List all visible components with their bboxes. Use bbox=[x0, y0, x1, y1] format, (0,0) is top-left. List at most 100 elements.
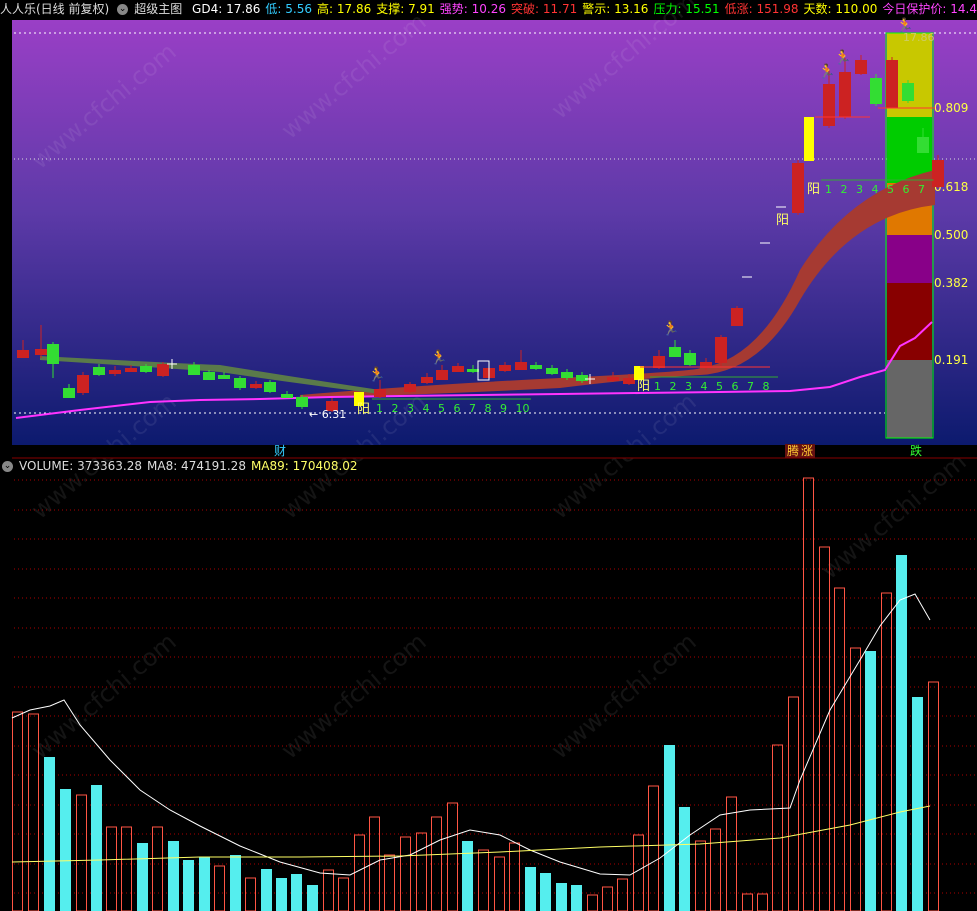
candle-down bbox=[917, 137, 929, 153]
yang-marker: 阳 bbox=[637, 379, 650, 394]
yang-marker: 阳 bbox=[807, 182, 820, 197]
volume-bar-up bbox=[152, 826, 163, 911]
candle-down bbox=[296, 397, 308, 407]
candle-up bbox=[623, 378, 635, 384]
ma8-line bbox=[11, 593, 931, 876]
volume-bar-down bbox=[540, 873, 551, 911]
volume-bar-down bbox=[462, 841, 473, 911]
candle-down bbox=[281, 394, 293, 398]
die-marker: 跌 bbox=[910, 443, 922, 458]
candle-up bbox=[17, 350, 29, 358]
volume-bar-up bbox=[323, 869, 334, 911]
volume-bar-up bbox=[494, 856, 505, 911]
volume-bar-down bbox=[183, 860, 194, 911]
candle-up bbox=[855, 60, 867, 74]
runner-icon: 🏃 bbox=[818, 63, 835, 80]
count-number: 1 bbox=[654, 380, 661, 393]
fib-zone bbox=[887, 360, 932, 438]
candle-down bbox=[576, 375, 588, 381]
volume-bar-down bbox=[679, 807, 690, 911]
volume-bar-up bbox=[12, 711, 23, 911]
candle-down bbox=[530, 365, 542, 369]
volume-bar-up bbox=[431, 816, 442, 911]
volume-bar-up bbox=[772, 744, 783, 911]
fib-zone bbox=[887, 235, 932, 283]
chevron-down-icon[interactable]: ⌄ bbox=[2, 461, 13, 472]
volume-field: MA89: 170408.02 bbox=[250, 459, 358, 473]
count-number: 7 bbox=[918, 183, 925, 196]
count-number: 1 bbox=[376, 402, 383, 415]
watermark: www.cfchi.com bbox=[546, 627, 702, 764]
count-number: 6 bbox=[454, 402, 461, 415]
candle-up bbox=[421, 377, 433, 383]
count-number: 3 bbox=[685, 380, 692, 393]
count-number: 4 bbox=[872, 183, 879, 196]
candle-up bbox=[932, 160, 944, 187]
volume-bar-up bbox=[710, 828, 721, 911]
volume-bar-up bbox=[803, 477, 814, 911]
count-number: 6 bbox=[732, 380, 739, 393]
volume-bar-up bbox=[587, 894, 598, 911]
count-number: 1 bbox=[825, 183, 832, 196]
volume-field: VOLUME: 373363.28 bbox=[19, 459, 142, 473]
candle-down bbox=[546, 368, 558, 374]
candle-up bbox=[792, 163, 804, 213]
volume-bar-down bbox=[91, 785, 102, 911]
marker-row bbox=[12, 445, 977, 458]
candle-up bbox=[886, 60, 898, 108]
candle-up bbox=[839, 72, 851, 117]
candle-up bbox=[607, 377, 619, 381]
candle-up bbox=[715, 337, 727, 363]
signal-candle bbox=[634, 366, 644, 380]
volume-bar-up bbox=[354, 834, 365, 911]
zhang-marker: 涨 bbox=[801, 443, 813, 458]
runner-icon: 🏃 bbox=[430, 349, 447, 366]
runner-icon: 🏃 bbox=[896, 17, 913, 34]
candle-down bbox=[669, 347, 681, 357]
candle-up bbox=[653, 356, 665, 368]
signal-candle bbox=[804, 117, 814, 161]
count-number: 7 bbox=[469, 402, 476, 415]
volume-bar-down bbox=[199, 857, 210, 911]
volume-bar-down bbox=[291, 874, 302, 911]
volume-bar-down bbox=[664, 745, 675, 911]
count-number: 7 bbox=[747, 380, 754, 393]
count-number: 3 bbox=[407, 402, 414, 415]
volume-bar-down bbox=[912, 697, 923, 911]
candle-up bbox=[452, 366, 464, 372]
volume-bar-up bbox=[121, 826, 132, 911]
candle-up bbox=[125, 368, 137, 372]
candle-up bbox=[77, 375, 89, 393]
count-number: 8 bbox=[763, 380, 770, 393]
candle-up bbox=[823, 84, 835, 126]
candle-down bbox=[902, 83, 914, 101]
volume-bar-up bbox=[509, 842, 520, 911]
count-number: 5 bbox=[887, 183, 894, 196]
candle-up bbox=[374, 389, 386, 397]
volume-bar-up bbox=[617, 878, 628, 911]
volume-bar-down bbox=[525, 867, 536, 911]
candle-up bbox=[35, 349, 47, 355]
candle-up bbox=[250, 384, 262, 388]
teng-marker: 腾 bbox=[787, 443, 799, 458]
volume-header: ⌄ VOLUME: 373363.28 MA8: 474191.28 MA89: 17… bbox=[0, 458, 977, 474]
fib-label: 0.809 bbox=[934, 101, 968, 115]
volume-bar-down bbox=[571, 885, 582, 911]
count-number: 3 bbox=[856, 183, 863, 196]
stock-chart[interactable]: 0.8090.6180.5000.3820.19117.86www.cfchi.… bbox=[0, 0, 977, 911]
volume-bar-up bbox=[338, 877, 349, 911]
count-number: 4 bbox=[423, 402, 430, 415]
watermark: www.cfchi.com bbox=[26, 627, 182, 764]
volume-bar-down bbox=[276, 878, 287, 911]
candle-up bbox=[157, 364, 169, 376]
runner-icon: 🏃 bbox=[662, 320, 679, 337]
volume-bar-down bbox=[556, 883, 567, 911]
runner-icon: 🏃 bbox=[834, 49, 851, 66]
candle-down bbox=[218, 375, 230, 379]
candle-down bbox=[684, 353, 696, 365]
fib-label: 0.500 bbox=[934, 228, 968, 242]
volume-bar-up bbox=[742, 893, 753, 911]
volume-bar-down bbox=[865, 651, 876, 911]
volume-bar-up bbox=[76, 794, 87, 911]
volume-bar-up bbox=[416, 832, 427, 911]
